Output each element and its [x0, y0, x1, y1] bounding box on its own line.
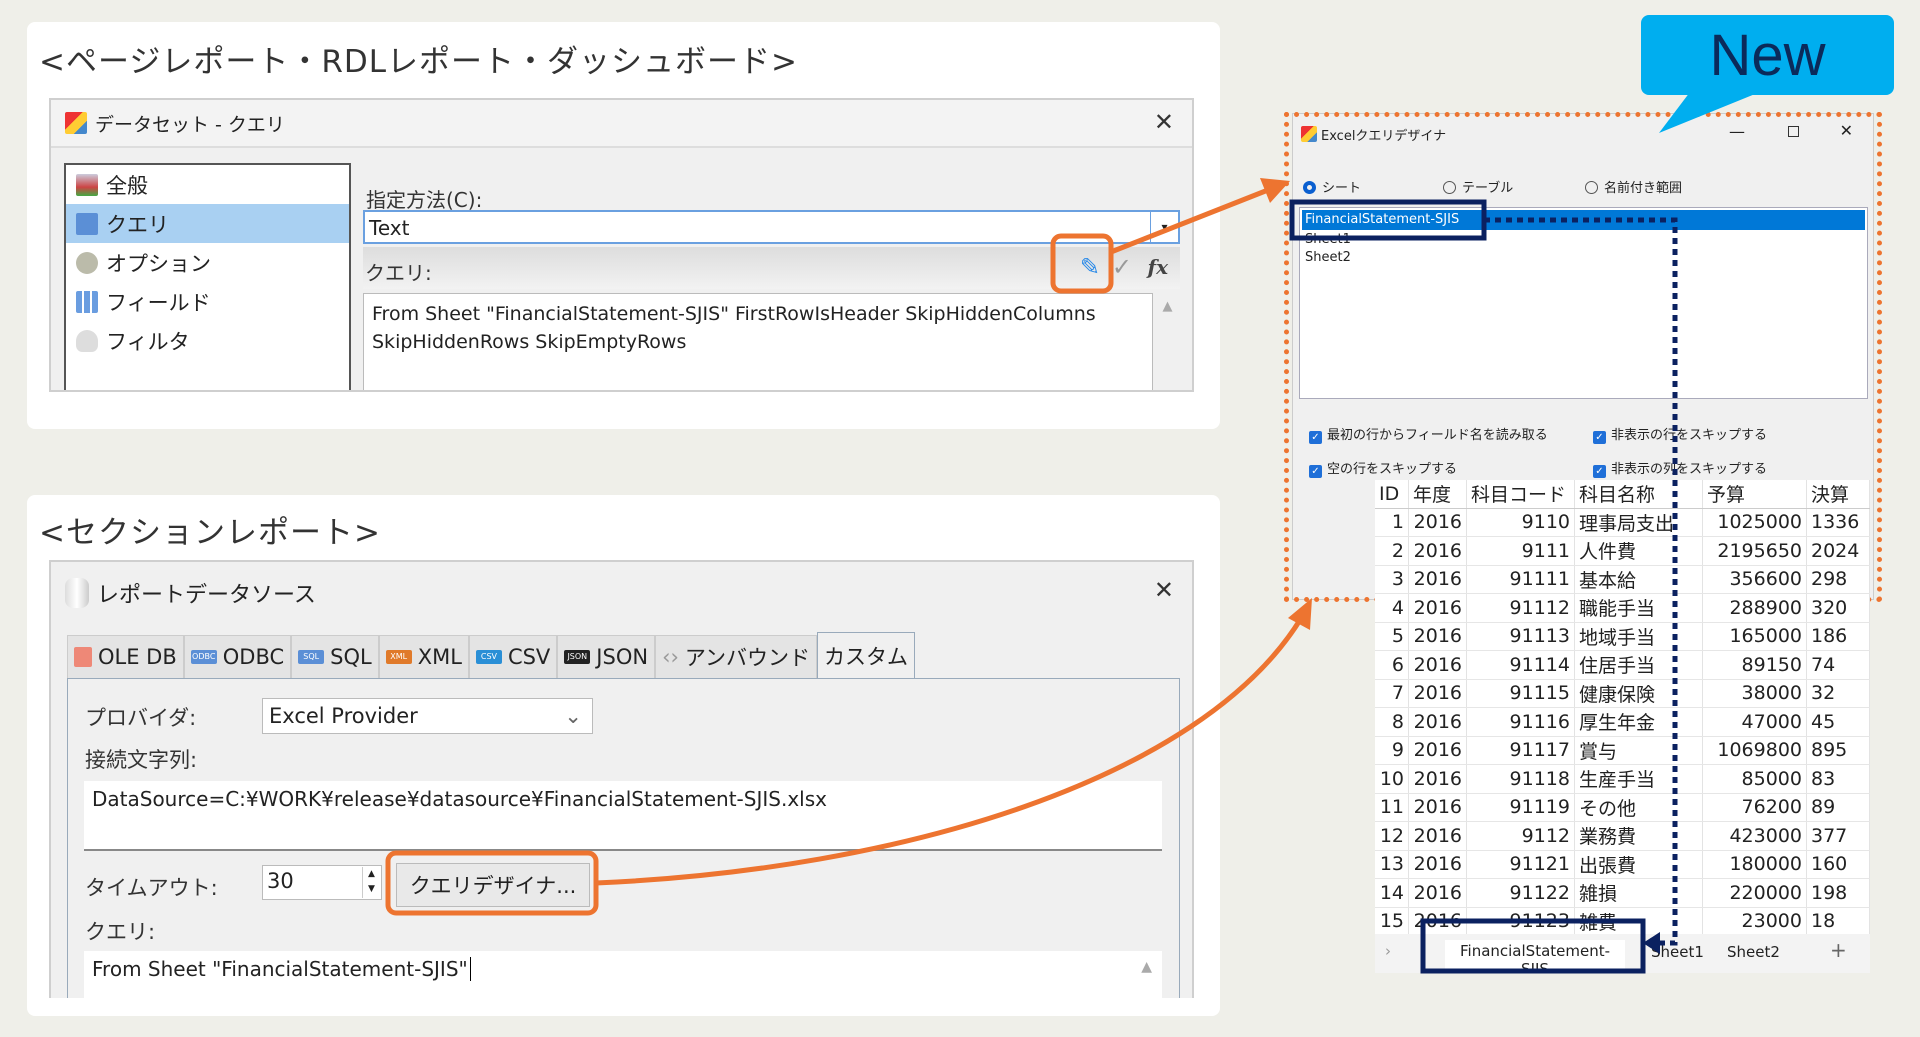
callout-pointer — [1659, 92, 1760, 133]
designer-button-highlight — [385, 850, 599, 916]
sheet-tab-highlight — [1420, 918, 1646, 974]
link-dotted-line — [1484, 217, 1678, 946]
pencil-highlight — [1050, 233, 1114, 294]
arrowhead — [1643, 932, 1660, 954]
annotation-overlay — [385, 92, 1760, 974]
arrow-pencil-to-designer — [1110, 187, 1269, 255]
arrowhead — [1288, 598, 1312, 630]
arrow-button-to-designer — [595, 618, 1303, 886]
selected-sheet-highlight — [1289, 199, 1487, 241]
